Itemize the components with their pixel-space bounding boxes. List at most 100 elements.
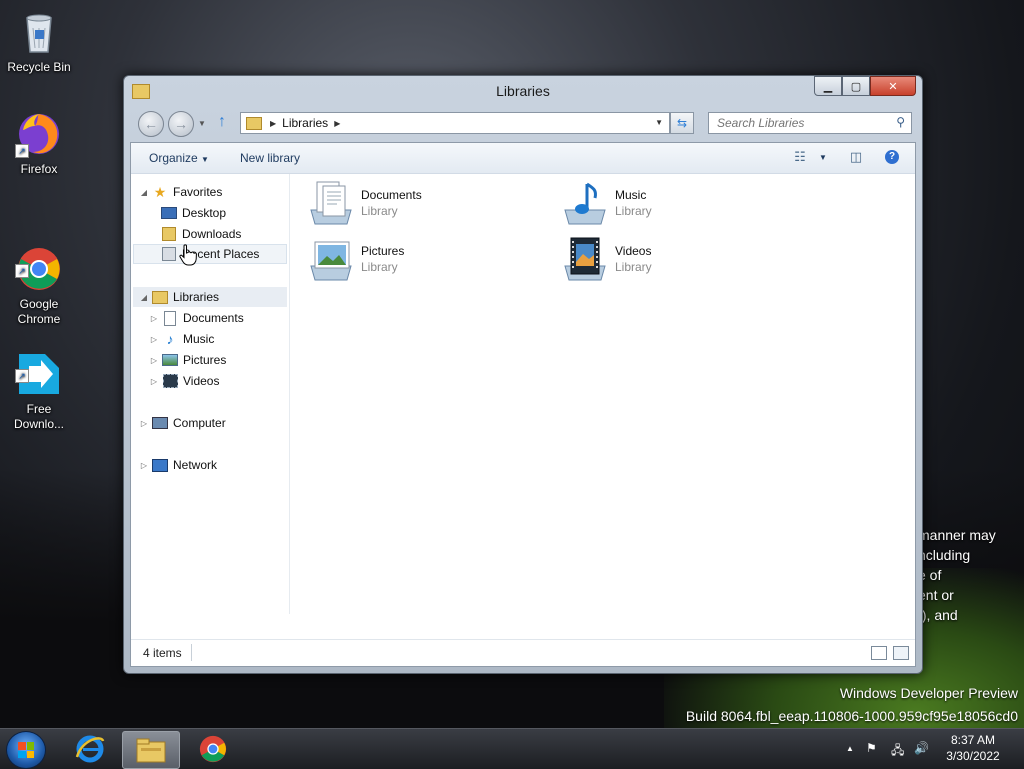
nav-label: Network	[173, 458, 218, 472]
collapse-arrow-icon[interactable]: ◢	[139, 188, 149, 197]
libraries-folder-icon	[246, 116, 262, 130]
address-bar[interactable]: ▶ Libraries ▶ ▼	[240, 112, 670, 134]
collapse-arrow-icon[interactable]: ◢	[139, 293, 149, 302]
address-dropdown-icon[interactable]: ▼	[655, 118, 663, 127]
nav-item-documents[interactable]: ▷ Documents	[149, 308, 244, 328]
title-bar[interactable]: Libraries ▁ ▢ ✕	[124, 76, 922, 106]
library-type: Library	[361, 204, 398, 218]
caption-buttons: ▁ ▢ ✕	[814, 76, 916, 96]
library-name: Music	[615, 188, 647, 202]
network-icon	[152, 458, 168, 472]
breadcrumb-libraries[interactable]: Libraries	[282, 116, 328, 130]
network-status-icon[interactable]: 🖧	[891, 741, 904, 762]
large-icons-view-icon[interactable]	[893, 646, 909, 660]
back-arrow-icon: ←	[144, 116, 158, 132]
clock-time: 8:37 AM	[950, 733, 996, 747]
desktop-icon-recycle-bin[interactable]: Recycle Bin	[4, 8, 74, 75]
videos-library-icon	[564, 237, 606, 281]
item-count: 4 items	[143, 646, 182, 660]
libraries-icon	[152, 290, 168, 304]
nav-item-downloads[interactable]: Downloads	[161, 224, 241, 244]
license-line: e of	[918, 567, 942, 583]
back-button[interactable]: ←	[138, 111, 164, 137]
nav-item-desktop[interactable]: Desktop	[161, 203, 226, 223]
expand-arrow-icon[interactable]: ▷	[149, 335, 159, 344]
system-clock[interactable]: 8:37 AM 3/30/2022	[938, 732, 1008, 764]
taskbar-internet-explorer[interactable]	[62, 731, 118, 767]
library-item-music[interactable]: Music Library	[561, 180, 781, 228]
breadcrumb-arrow-icon[interactable]: ▶	[334, 119, 340, 128]
taskbar: ▲ ⚑ 🖧 🔊 8:37 AM 3/30/2022	[0, 728, 1024, 769]
search-icon[interactable]: ⚲	[896, 115, 905, 129]
taskbar-chrome[interactable]	[185, 731, 241, 767]
change-view-icon[interactable]: ☷	[791, 149, 809, 165]
license-line: f), and	[918, 607, 958, 623]
show-hidden-icons-icon[interactable]: ▲	[846, 744, 854, 753]
taskbar-file-explorer[interactable]	[122, 731, 180, 769]
nav-item-pictures[interactable]: ▷ Pictures	[149, 350, 226, 370]
expand-arrow-icon[interactable]: ▷	[149, 356, 159, 365]
organize-menu[interactable]: Organize ▼	[149, 151, 209, 165]
up-button[interactable]: ↑	[218, 113, 226, 131]
search-input[interactable]	[715, 113, 889, 133]
desktop-icon-free-download[interactable]: ↗ Free Downlo...	[4, 320, 74, 432]
internet-explorer-icon	[75, 735, 105, 763]
nav-label: Downloads	[182, 227, 242, 241]
recent-pages-dropdown[interactable]: ▼	[198, 119, 206, 128]
new-library-button[interactable]: New library	[240, 151, 300, 165]
start-button[interactable]	[6, 731, 46, 769]
explorer-window[interactable]: Libraries ▁ ▢ ✕ ← → ▼ ↑ ▶ Libraries ▶ ▼ …	[123, 75, 923, 674]
pictures-icon	[162, 353, 178, 367]
music-library-icon	[564, 182, 606, 225]
nav-label: Desktop	[182, 206, 227, 220]
preview-pane-icon[interactable]: ◫	[847, 149, 865, 165]
volume-icon[interactable]: 🔊	[914, 741, 929, 755]
clock-date: 3/30/2022	[946, 749, 1000, 763]
nav-label: Videos	[183, 374, 220, 388]
documents-library-icon	[310, 181, 352, 225]
music-icon: ♪	[166, 331, 174, 347]
nav-label: Libraries	[173, 290, 220, 304]
explorer-content: Organize ▼ New library ☷ ▼ ◫ ? ◢ ★ Favor…	[130, 142, 916, 667]
nav-item-computer[interactable]: ▷ Computer	[139, 413, 226, 433]
forward-button[interactable]: →	[168, 111, 194, 137]
nav-item-favorites[interactable]: ◢ ★ Favorites	[139, 182, 222, 202]
refresh-button[interactable]: ⇆	[670, 112, 694, 134]
up-arrow-icon: ↑	[218, 113, 226, 130]
computer-icon	[152, 416, 168, 430]
expand-arrow-icon[interactable]: ▷	[149, 314, 159, 323]
details-view-icon[interactable]	[871, 646, 887, 660]
library-item-documents[interactable]: Documents Library	[307, 180, 527, 228]
documents-icon	[162, 310, 178, 326]
desktop-icon-chrome[interactable]: ↗ Google Chrome	[4, 215, 74, 327]
view-options-dropdown-icon[interactable]: ▼	[819, 153, 827, 162]
desktop-icon	[161, 206, 177, 220]
library-type: Library	[615, 204, 652, 218]
expand-arrow-icon[interactable]: ▷	[139, 419, 149, 428]
hand-cursor-icon	[179, 244, 197, 266]
close-button[interactable]: ✕	[870, 76, 916, 96]
expand-arrow-icon[interactable]: ▷	[149, 377, 159, 386]
minimize-button[interactable]: ▁	[814, 76, 842, 96]
nav-item-videos[interactable]: ▷ Videos	[149, 371, 219, 391]
nav-label: Computer	[173, 416, 226, 430]
library-item-videos[interactable]: Videos Library	[561, 236, 781, 284]
firefox-icon: ↗	[15, 110, 63, 158]
window-title: Libraries	[496, 83, 550, 99]
help-icon[interactable]: ?	[885, 150, 899, 164]
nav-item-libraries[interactable]: ◢ Libraries	[133, 287, 287, 307]
maximize-button[interactable]: ▢	[842, 76, 870, 96]
nav-item-network[interactable]: ▷ Network	[139, 455, 217, 475]
library-name: Pictures	[361, 244, 405, 258]
action-center-flag-icon[interactable]: ⚑	[866, 741, 877, 755]
breadcrumb-arrow-icon[interactable]: ▶	[270, 119, 276, 128]
nav-item-music[interactable]: ▷ ♪ Music	[149, 329, 214, 349]
search-box[interactable]: ⚲	[708, 112, 912, 134]
library-item-pictures[interactable]: Pictures Library	[307, 236, 527, 284]
download-manager-icon: ↗	[15, 335, 63, 394]
expand-arrow-icon[interactable]: ▷	[139, 461, 149, 470]
maximize-icon: ▢	[850, 80, 862, 93]
desktop-icon-firefox[interactable]: ↗ Firefox	[4, 110, 74, 177]
chrome-icon	[199, 735, 227, 763]
nav-item-recent-places[interactable]: Recent Places	[133, 244, 287, 264]
